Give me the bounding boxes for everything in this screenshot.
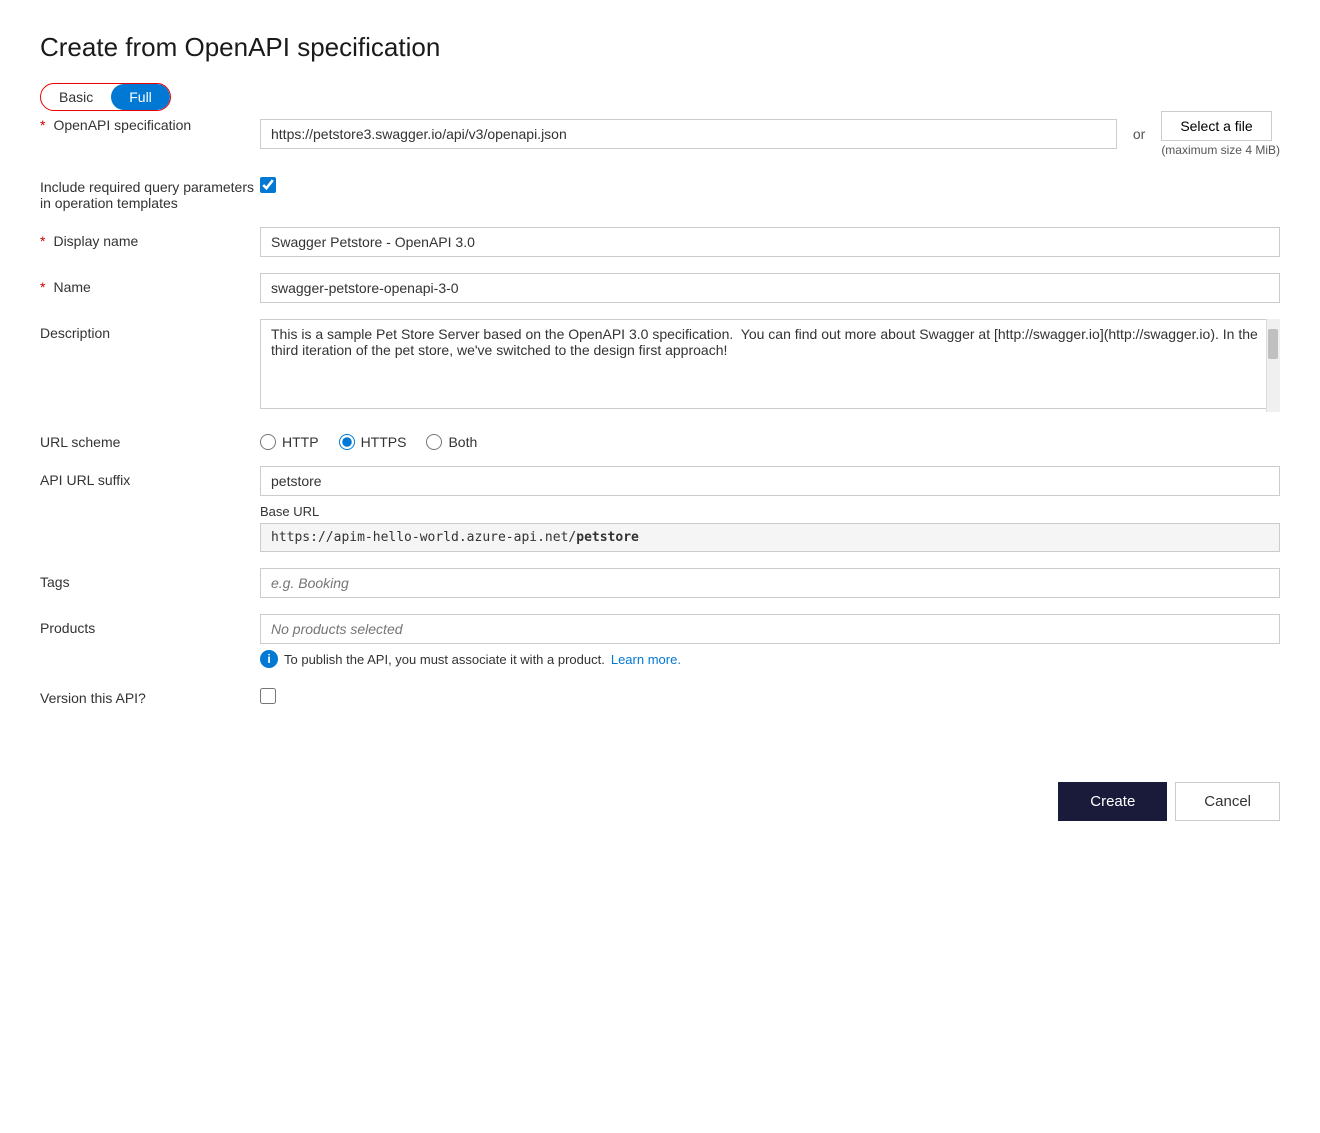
products-label: Products [40,614,260,636]
api-url-suffix-label: API URL suffix [40,466,260,488]
display-name-label: * Display name [40,227,260,249]
url-scheme-row: URL scheme HTTP HTTPS Both [40,428,1280,450]
select-file-group: Select a file (maximum size 4 MiB) [1161,111,1280,157]
tab-basic[interactable]: Basic [41,84,111,110]
radio-https-label: HTTPS [361,434,407,450]
openapi-spec-label: * OpenAPI specification [40,111,260,133]
max-size-text: (maximum size 4 MiB) [1161,143,1280,157]
api-url-suffix-row: API URL suffix Base URL https://apim-hel… [40,466,1280,552]
base-url-label: Base URL [260,504,1280,519]
description-row: Description This is a sample Pet Store S… [40,319,1280,412]
tags-input[interactable] [260,568,1280,598]
api-url-suffix-input[interactable] [260,466,1280,496]
url-scheme-label: URL scheme [40,428,260,450]
description-textarea[interactable]: This is a sample Pet Store Server based … [260,319,1280,409]
tab-group: Basic Full [40,83,171,111]
url-scheme-radio-group: HTTP HTTPS Both [260,428,1280,450]
tags-label: Tags [40,568,260,590]
version-api-label: Version this API? [40,684,260,706]
scrollbar [1266,319,1280,412]
radio-https-input[interactable] [339,434,355,450]
include-query-params-checkbox[interactable] [260,177,276,193]
scrollbar-thumb [1268,329,1278,359]
version-api-checkbox[interactable] [260,688,276,704]
base-url-prefix: https://apim-hello-world.azure-api.net/ [271,530,576,545]
radio-http-label: HTTP [282,434,319,450]
include-query-params-checkbox-wrapper [260,173,1280,193]
include-query-params-label: Include required query parameters in ope… [40,173,260,211]
display-name-row: * Display name [40,227,1280,257]
display-name-control [260,227,1280,257]
products-row: Products i To publish the API, you must … [40,614,1280,668]
radio-http-input[interactable] [260,434,276,450]
base-url-suffix: petstore [576,530,639,545]
footer-buttons: Create Cancel [40,782,1280,821]
radio-https[interactable]: HTTPS [339,434,407,450]
radio-http[interactable]: HTTP [260,434,319,450]
api-url-suffix-control: Base URL https://apim-hello-world.azure-… [260,466,1280,552]
tags-control [260,568,1280,598]
name-input[interactable] [260,273,1280,303]
version-api-control [260,684,1280,704]
openapi-spec-control: or Select a file (maximum size 4 MiB) [260,111,1280,157]
tab-full[interactable]: Full [111,84,170,110]
required-star: * [40,117,45,133]
required-star-2: * [40,233,45,249]
description-control: This is a sample Pet Store Server based … [260,319,1280,412]
select-file-button[interactable]: Select a file [1161,111,1271,141]
openapi-spec-input[interactable] [260,119,1117,149]
name-label: * Name [40,273,260,295]
name-row: * Name [40,273,1280,303]
create-form: * OpenAPI specification or Select a file… [40,111,1280,722]
info-icon: i [260,650,278,668]
radio-both[interactable]: Both [426,434,477,450]
or-text: or [1133,126,1145,142]
publish-info-row: i To publish the API, you must associate… [260,650,1280,668]
openapi-input-group: or Select a file (maximum size 4 MiB) [260,111,1280,157]
include-query-params-control [260,173,1280,193]
version-checkbox-row [260,684,1280,704]
radio-both-label: Both [448,434,477,450]
required-star-3: * [40,279,45,295]
openapi-spec-row: * OpenAPI specification or Select a file… [40,111,1280,157]
display-name-input[interactable] [260,227,1280,257]
cancel-button[interactable]: Cancel [1175,782,1280,821]
products-control: i To publish the API, you must associate… [260,614,1280,668]
tags-row: Tags [40,568,1280,598]
include-query-params-row: Include required query parameters in ope… [40,173,1280,211]
name-control [260,273,1280,303]
publish-info-text: To publish the API, you must associate i… [284,652,605,667]
url-scheme-control: HTTP HTTPS Both [260,428,1280,450]
products-input[interactable] [260,614,1280,644]
create-button[interactable]: Create [1058,782,1167,821]
base-url-box: https://apim-hello-world.azure-api.net/p… [260,523,1280,552]
radio-both-input[interactable] [426,434,442,450]
version-api-row: Version this API? [40,684,1280,706]
learn-more-link[interactable]: Learn more. [611,652,681,667]
page-title: Create from OpenAPI specification [40,32,1280,63]
description-label: Description [40,319,260,341]
base-url-section: Base URL https://apim-hello-world.azure-… [260,504,1280,552]
description-textarea-wrapper: This is a sample Pet Store Server based … [260,319,1280,412]
